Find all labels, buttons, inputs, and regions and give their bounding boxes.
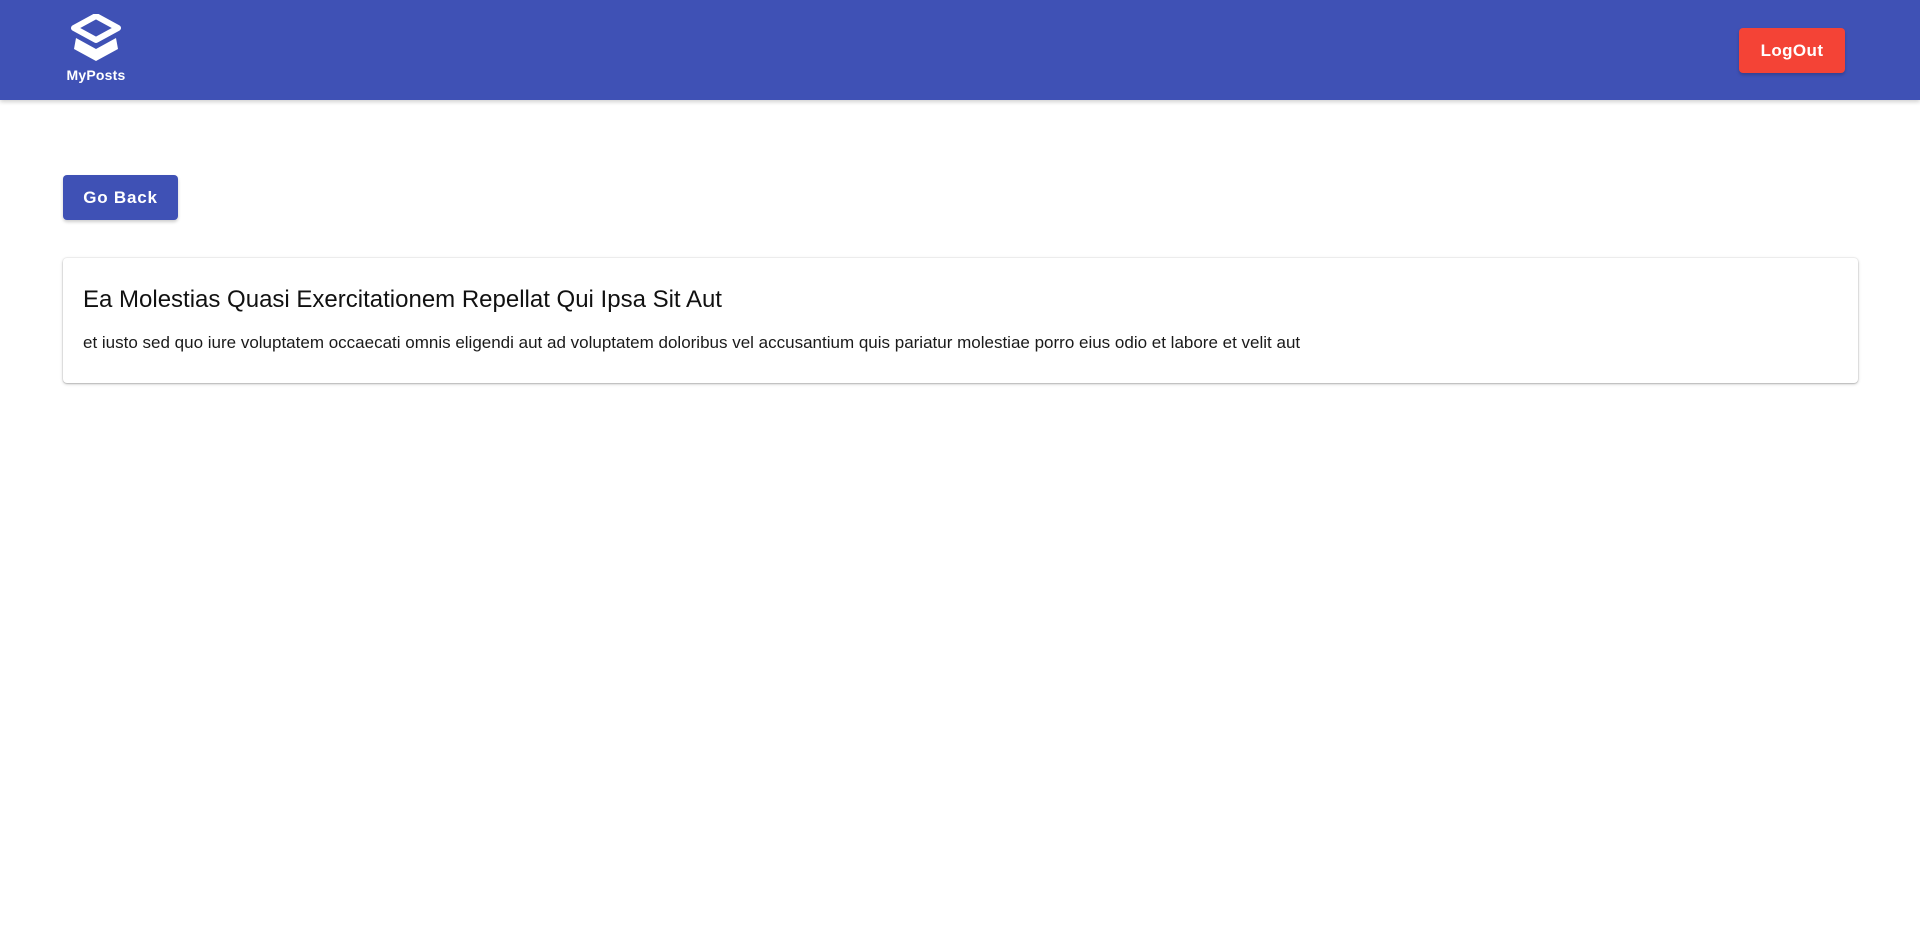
brand-name: MyPosts [66,67,126,83]
brand-home-link[interactable]: MyPosts [60,14,132,83]
post-body: et iusto sed quo iure voluptatem occaeca… [83,333,1301,352]
layers-logo-icon [71,14,121,61]
logout-button[interactable]: LogOut [1739,28,1845,73]
go-back-button[interactable]: Go Back [63,175,178,220]
post-title: Ea Molestias Quasi Exercitationem Repell… [83,286,722,313]
post-card: Ea Molestias Quasi Exercitationem Repell… [63,258,1858,383]
app-bar: MyPosts LogOut [0,0,1920,100]
